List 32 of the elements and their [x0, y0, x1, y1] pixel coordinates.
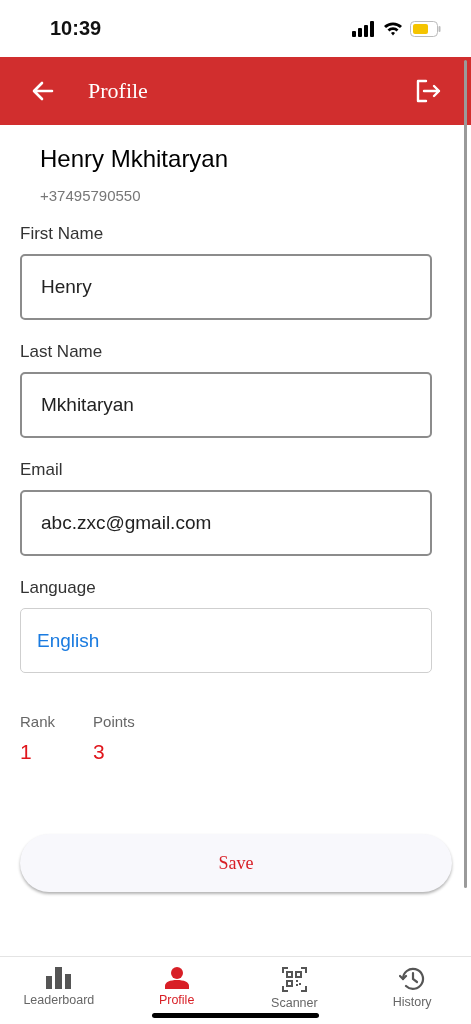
language-select[interactable]: English [20, 608, 432, 673]
input-field[interactable]: Henry [20, 254, 432, 320]
tab-item[interactable]: Scanner [235, 957, 354, 1024]
signal-icon [352, 20, 376, 37]
stat-label: Rank [20, 713, 56, 730]
field-label: Email [20, 460, 64, 480]
back-arrow-icon [32, 81, 54, 101]
stat-value: 1 [20, 740, 33, 764]
field-label: Language [20, 578, 97, 598]
input-field[interactable]: abc.zxc@gmail.com [20, 490, 432, 556]
battery-icon [410, 20, 441, 37]
wifi-icon [383, 21, 403, 36]
page-title: Profile [88, 78, 149, 104]
field-label: First Name [20, 224, 105, 244]
profile-name: Henry Mkhitaryan [40, 145, 230, 173]
logout-button[interactable] [415, 79, 441, 103]
tab-item[interactable]: Profile [117, 957, 236, 1024]
save-button[interactable]: Save [20, 834, 452, 892]
qr-code-icon [281, 967, 307, 992]
back-button[interactable] [32, 81, 54, 101]
stat-value: 3 [93, 740, 106, 764]
bar-chart-icon [45, 967, 72, 989]
status-time: 10:39 [50, 17, 102, 40]
history-icon [399, 967, 426, 991]
logout-icon [415, 79, 441, 103]
phone-number: +37495790550 [40, 187, 142, 204]
input-field[interactable]: Mkhitaryan [20, 372, 432, 438]
tab-item[interactable]: History [353, 957, 471, 1024]
tab-item[interactable]: Leaderboard [0, 957, 118, 1024]
field-label: Last Name [20, 342, 104, 362]
stat-label: Points [93, 713, 135, 730]
person-icon [164, 967, 189, 989]
